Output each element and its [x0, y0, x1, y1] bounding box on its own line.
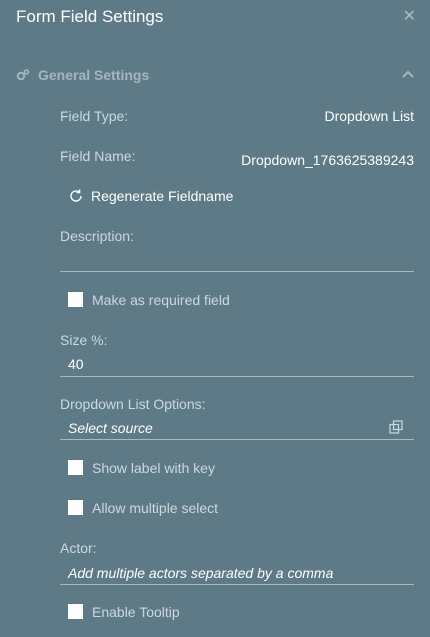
allow-multiple-label: Allow multiple select	[92, 500, 219, 516]
field-name-label: Field Name:	[60, 148, 136, 164]
field-name-value: Dropdown_1763625389243	[241, 152, 414, 168]
dialog-title: Form Field Settings	[16, 7, 164, 26]
required-checkbox[interactable]	[68, 292, 83, 307]
options-underline	[60, 439, 414, 440]
refresh-icon	[70, 189, 82, 202]
size-label: Size %:	[60, 332, 108, 348]
field-type-label: Field Type:	[60, 108, 129, 124]
chevron-up-icon[interactable]	[402, 69, 414, 79]
required-label: Make as required field	[92, 292, 230, 308]
regenerate-fieldname-label: Regenerate Fieldname	[91, 188, 234, 204]
enable-tooltip-checkbox[interactable]	[68, 604, 83, 619]
description-input[interactable]	[60, 248, 414, 270]
allow-multiple-checkbox[interactable]	[68, 500, 83, 515]
actor-label: Actor:	[60, 540, 97, 556]
field-type-value: Dropdown List	[324, 108, 415, 124]
actor-input[interactable]: Add multiple actors separated by a comma	[68, 565, 333, 581]
close-icon[interactable]: ✕	[403, 6, 416, 26]
show-label-key-label: Show label with key	[92, 460, 215, 476]
options-label: Dropdown List Options:	[60, 396, 206, 412]
show-label-key-checkbox[interactable]	[68, 460, 83, 475]
gears-icon	[16, 69, 30, 81]
popup-icon[interactable]	[389, 420, 403, 434]
size-underline	[60, 376, 414, 377]
description-label: Description:	[60, 228, 134, 244]
enable-tooltip-label: Enable Tooltip	[92, 604, 180, 620]
size-input[interactable]: 40	[68, 356, 84, 372]
dialog-header: Form Field Settings ✕	[0, 0, 430, 36]
description-underline	[60, 271, 414, 272]
actor-underline	[60, 584, 414, 585]
options-source-select[interactable]: Select source	[68, 420, 153, 436]
section-title: General Settings	[38, 67, 150, 83]
